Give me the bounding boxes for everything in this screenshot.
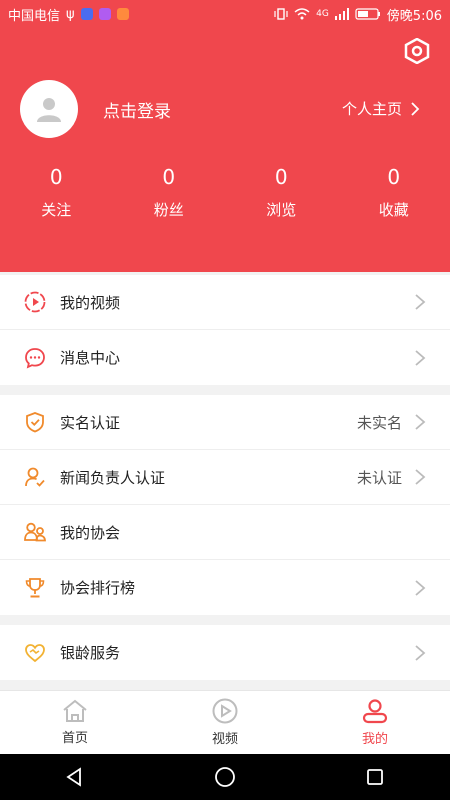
wifi-icon: [294, 8, 310, 20]
video-play-icon: [212, 698, 238, 724]
menu-item-label: 消息中心: [60, 349, 121, 367]
stat-fans[interactable]: 0 粉丝: [113, 165, 226, 220]
user-check-icon: [25, 467, 45, 487]
settings-icon[interactable]: [404, 38, 430, 64]
signal-icon: [334, 8, 349, 20]
chat-bubble-icon: [25, 347, 45, 369]
shield-check-icon: [26, 412, 44, 433]
profile-header: 点击登录 个人主页 0 关注 0 粉丝 0 浏览 0 收藏: [0, 0, 450, 272]
system-navigation-bar: [0, 754, 450, 800]
chevron-right-icon: [415, 414, 426, 430]
menu-item-senior-services[interactable]: 银龄服务: [0, 625, 450, 680]
stat-value: 0: [274, 165, 288, 189]
play-circle-icon: [24, 291, 46, 313]
user-placeholder-icon: [37, 98, 61, 122]
stat-label: 收藏: [378, 201, 409, 219]
chevron-right-icon: [415, 579, 426, 596]
tab-label: 我的: [361, 732, 388, 747]
users-icon: [24, 522, 46, 542]
section-media: 我的视频 消息中心: [0, 275, 450, 385]
chevron-right-icon: [415, 294, 426, 310]
heart-handshake-icon: [25, 643, 45, 662]
tab-mine[interactable]: 我的: [300, 691, 450, 754]
battery-icon: [355, 8, 380, 20]
section-account: 实名认证 未实名 新闻负责人认证 未认证 我的协会 协会排行榜: [0, 395, 450, 615]
profile-link-label: 个人主页: [341, 100, 402, 118]
app-notification-icon: [80, 8, 93, 20]
menu-item-label: 实名认证: [60, 413, 121, 432]
section-services: 银龄服务: [0, 625, 450, 680]
chevron-right-icon: [415, 349, 426, 366]
trophy-icon: [25, 577, 45, 597]
login-button[interactable]: 点击登录: [103, 97, 171, 122]
stat-follow[interactable]: 0 关注: [0, 165, 113, 220]
menu-item-messages[interactable]: 消息中心: [0, 330, 450, 385]
tab-home[interactable]: 首页: [0, 691, 150, 754]
clock: 傍晚5:06: [386, 8, 442, 24]
home-icon: [63, 699, 87, 722]
menu-item-real-name-auth[interactable]: 实名认证 未实名: [0, 395, 450, 450]
chevron-right-icon: [415, 644, 426, 661]
tab-video[interactable]: 视频: [150, 691, 300, 754]
menu-item-my-association[interactable]: 我的协会: [0, 505, 450, 560]
bottom-tab-bar: 首页 视频 我的: [0, 690, 450, 754]
profile-page-link[interactable]: 个人主页: [342, 98, 420, 119]
status-bar: 中国电信 ψ 4G 傍晚5:06: [0, 0, 450, 28]
avatar[interactable]: [20, 80, 78, 138]
app-notification-icon: [116, 8, 129, 20]
stat-label: 浏览: [266, 201, 297, 219]
menu-item-label: 我的视频: [60, 293, 121, 312]
stats-row: 0 关注 0 粉丝 0 浏览 0 收藏: [0, 165, 450, 220]
menu-item-label: 协会排行榜: [60, 579, 136, 597]
auth-status: 未认证: [356, 468, 402, 487]
menu-item-association-ranking[interactable]: 协会排行榜: [0, 560, 450, 615]
auth-status: 未实名: [356, 413, 402, 432]
carrier-name: 中国电信: [8, 8, 61, 24]
stat-favorites[interactable]: 0 收藏: [338, 165, 450, 220]
stat-value: 0: [387, 165, 401, 189]
menu-item-label: 银龄服务: [60, 644, 121, 662]
menu-item-my-videos[interactable]: 我的视频: [0, 275, 450, 330]
menu-item-label: 我的协会: [60, 523, 121, 542]
tab-label: 首页: [61, 731, 88, 746]
stat-value: 0: [49, 165, 63, 189]
recents-square-icon[interactable]: [365, 767, 385, 787]
stat-label: 粉丝: [153, 201, 184, 219]
tab-label: 视频: [211, 732, 238, 747]
back-icon[interactable]: [65, 767, 85, 787]
chevron-right-icon: [415, 469, 426, 485]
vibrate-icon: [274, 8, 288, 20]
stat-value: 0: [162, 165, 176, 189]
menu-item-label: 新闻负责人认证: [60, 468, 166, 487]
menu-item-news-editor-auth[interactable]: 新闻负责人认证 未认证: [0, 450, 450, 505]
user-icon: [362, 699, 388, 724]
network-type: 4G: [316, 9, 329, 19]
stat-views[interactable]: 0 浏览: [225, 165, 338, 220]
app-notification-icon: [98, 8, 111, 20]
stat-label: 关注: [41, 201, 72, 219]
chevron-right-icon: [411, 101, 420, 116]
home-circle-icon[interactable]: [214, 766, 236, 788]
usb-icon: ψ: [66, 6, 75, 22]
